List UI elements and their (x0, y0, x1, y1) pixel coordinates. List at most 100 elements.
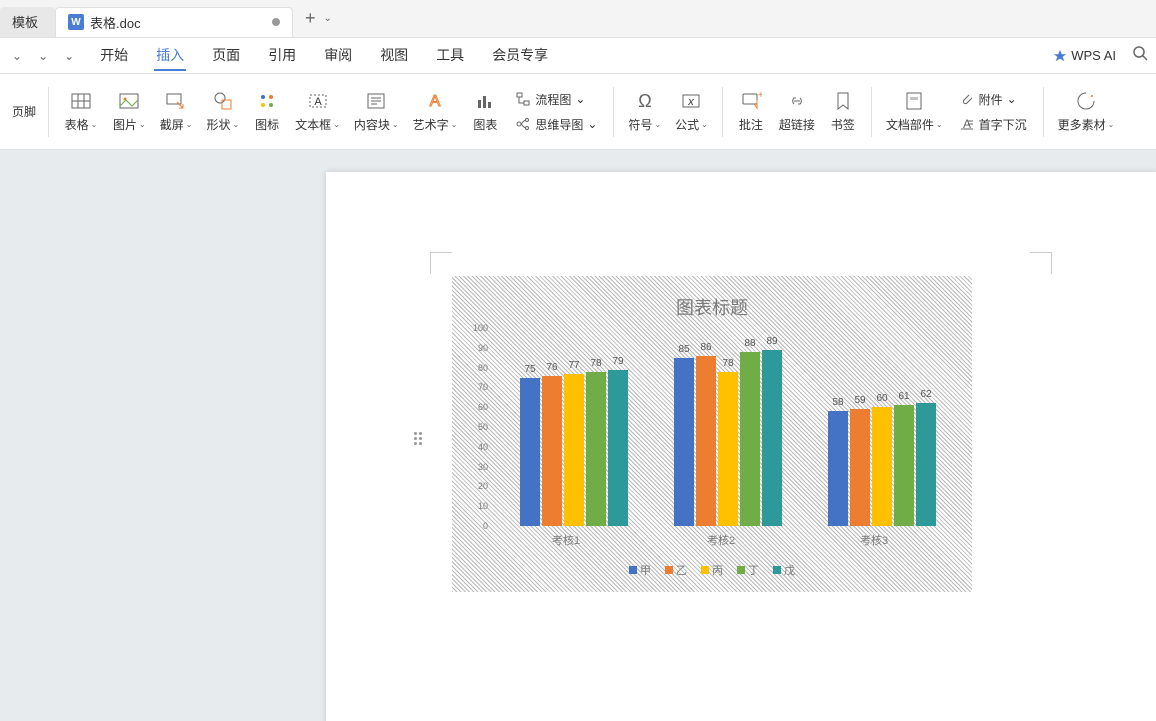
bar: 58 (828, 411, 848, 526)
svg-text:A: A (430, 93, 441, 110)
tab-menu-button[interactable]: ⌄ (324, 13, 332, 24)
ribbon-hyperlink-button[interactable]: 超链接 (773, 82, 821, 142)
tab-label: 模板 (12, 12, 38, 31)
ribbon-footer-button[interactable]: 页脚 (8, 99, 40, 124)
bar: 62 (916, 403, 936, 526)
icon-library-icon (256, 90, 278, 112)
quick-dropdown[interactable]: ⌄ (8, 47, 26, 65)
ribbon-screenshot-button[interactable]: 截屏⌄ (154, 82, 199, 142)
menu-insert[interactable]: 插入 (154, 41, 186, 71)
attachment-icon (959, 91, 975, 107)
wordart-icon: A (424, 90, 446, 112)
divider (1043, 87, 1044, 137)
page: 图表标题 100 90 80 70 60 50 40 30 20 10 0 (326, 172, 1156, 721)
flowchart-icon (515, 91, 531, 107)
ribbon-table-button[interactable]: 表格⌄ (57, 82, 105, 142)
bar: 78 (718, 372, 738, 526)
ribbon-docparts-button[interactable]: 文档部件⌄ (880, 82, 949, 142)
symbol-icon: Ω (634, 90, 656, 112)
ribbon-image-button[interactable]: 图片⌄ (107, 82, 152, 142)
legend: 甲 乙 丙 丁 戊 (452, 562, 972, 578)
menu-view[interactable]: 视图 (378, 41, 410, 71)
legend-item: 乙 (665, 562, 687, 578)
tab-template[interactable]: 模板 (0, 7, 55, 37)
ribbon-icon-button[interactable]: 图标 (247, 82, 287, 142)
quick-access: ⌄ ⌄ ⌄ (8, 47, 78, 65)
table-icon (70, 90, 92, 112)
legend-item: 丙 (701, 562, 723, 578)
menu-review[interactable]: 审阅 (322, 41, 354, 71)
ribbon-wordart-button[interactable]: A 艺术字⌄ (407, 82, 464, 142)
bar: 86 (696, 356, 716, 526)
ribbon-moreassets-button[interactable]: 更多素材⌄ (1052, 82, 1121, 142)
drag-handle-icon[interactable] (414, 432, 422, 445)
chart-object[interactable]: 图表标题 100 90 80 70 60 50 40 30 20 10 0 (452, 276, 972, 592)
x-label: 考核1 (552, 532, 580, 548)
unsaved-indicator-icon (272, 18, 280, 26)
bar: 77 (564, 374, 584, 526)
x-label: 考核2 (707, 532, 735, 548)
bar-group-1: 75 76 77 78 79 (520, 370, 628, 526)
document-area[interactable]: 图表标题 100 90 80 70 60 50 40 30 20 10 0 (0, 150, 1156, 721)
menu-right: WPS AI (1053, 45, 1148, 66)
search-button[interactable] (1132, 45, 1148, 66)
margin-corner-icon (430, 252, 452, 274)
chart-content: 图表标题 100 90 80 70 60 50 40 30 20 10 0 (452, 276, 972, 592)
ribbon-textbox-button[interactable]: A 文本框⌄ (289, 82, 346, 142)
menu-start[interactable]: 开始 (98, 41, 130, 71)
ribbon-mindmap-button[interactable]: 思维导图⌄ (511, 114, 601, 135)
quick-undo-dropdown[interactable]: ⌄ (34, 47, 52, 65)
legend-item: 戊 (773, 562, 795, 578)
menu-reference[interactable]: 引用 (266, 41, 298, 71)
docparts-icon (903, 90, 925, 112)
bar: 75 (520, 378, 540, 527)
menu-tools[interactable]: 工具 (434, 41, 466, 71)
tab-document[interactable]: W 表格.doc (55, 7, 293, 37)
ribbon-bookmark-button[interactable]: 书签 (823, 82, 863, 142)
legend-item: 甲 (629, 562, 651, 578)
divider (613, 87, 614, 137)
svg-text:x: x (688, 96, 695, 108)
search-icon (1132, 45, 1148, 61)
ribbon-comment-button[interactable]: + 批注 (731, 82, 771, 142)
ribbon-shape-button[interactable]: 形状⌄ (200, 82, 245, 142)
equation-icon: x (680, 90, 702, 112)
screenshot-icon (165, 90, 187, 112)
ribbon-chart-button[interactable]: 图表 (465, 82, 505, 142)
dropcap-icon: A (959, 116, 975, 132)
menu-page[interactable]: 页面 (210, 41, 242, 71)
quick-redo-dropdown[interactable]: ⌄ (60, 47, 78, 65)
bar: 60 (872, 407, 892, 526)
ribbon-contentblock-button[interactable]: 内容块⌄ (348, 82, 405, 142)
new-tab-button[interactable]: + (305, 8, 316, 29)
ribbon-symbol-button[interactable]: Ω 符号⌄ (622, 82, 667, 142)
bar-group-3: 58 59 60 61 62 (828, 403, 936, 526)
image-icon (118, 90, 140, 112)
bar: 85 (674, 358, 694, 526)
chart-title: 图表标题 (452, 294, 972, 320)
legend-item: 丁 (737, 562, 759, 578)
bar-group-2: 85 86 78 88 89 (674, 350, 782, 526)
hyperlink-icon (786, 90, 808, 112)
ribbon-equation-button[interactable]: x 公式⌄ (669, 82, 714, 142)
menu-items: 开始 插入 页面 引用 审阅 视图 工具 会员专享 (98, 41, 550, 71)
y-axis: 100 90 80 70 60 50 40 30 20 10 0 (462, 328, 488, 526)
bookmark-icon (832, 90, 854, 112)
svg-text:A: A (314, 96, 322, 108)
mindmap-icon (515, 116, 531, 132)
plot-area: 75 76 77 78 79 85 86 78 88 89 58 (490, 328, 950, 526)
ribbon-dropcap-button[interactable]: A 首字下沉 (955, 114, 1031, 135)
divider (48, 87, 49, 137)
svg-text:+: + (758, 90, 762, 101)
bar: 79 (608, 370, 628, 526)
divider (722, 87, 723, 137)
ribbon-flowchart-button[interactable]: 流程图⌄ (511, 89, 601, 110)
ribbon-attachment-button[interactable]: 附件⌄ (955, 89, 1031, 110)
x-label: 考核3 (860, 532, 888, 548)
menu-member[interactable]: 会员专享 (490, 41, 550, 71)
bar: 78 (586, 372, 606, 526)
moreassets-icon (1075, 90, 1097, 112)
wps-ai-button[interactable]: WPS AI (1053, 48, 1116, 63)
chart-icon (474, 90, 496, 112)
bar: 88 (740, 352, 760, 526)
